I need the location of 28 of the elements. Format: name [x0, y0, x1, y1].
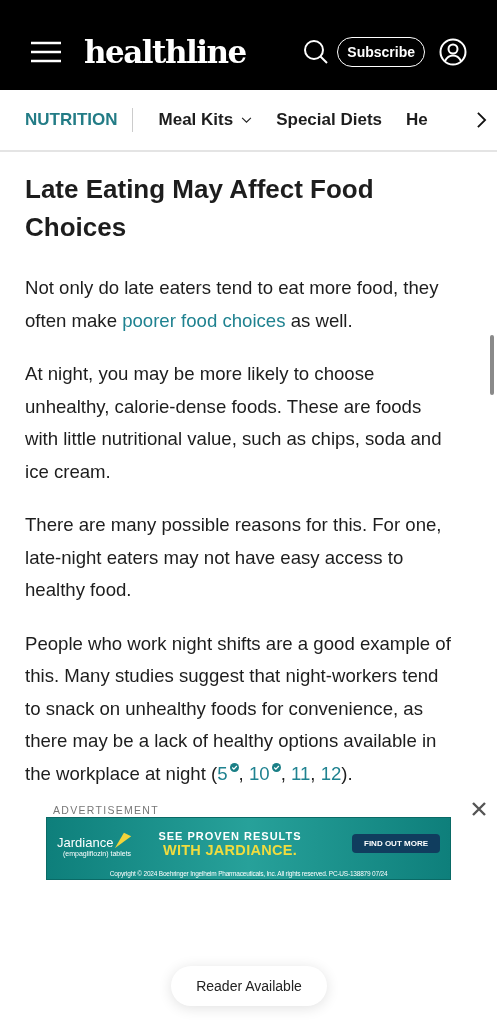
- nav-link[interactable]: Special Diets: [276, 110, 382, 130]
- close-icon[interactable]: [471, 801, 487, 817]
- account-icon[interactable]: [439, 38, 467, 66]
- article-heading: Late Eating May Affect Food Choices: [25, 173, 375, 244]
- caret-icon: [241, 116, 253, 124]
- ad-headline: SEE PROVEN RESULTS: [158, 829, 302, 842]
- chevron-right-icon[interactable]: [476, 111, 487, 129]
- citation-link[interactable]: 12: [320, 762, 342, 784]
- section-link[interactable]: NUTRITION: [25, 110, 118, 130]
- citation-link[interactable]: 11: [290, 762, 311, 784]
- paragraph: People who work night shifts are a good example of this. Many studies suggest that night-workers tend to snack on unhealthy foods for convenience, as there may be a lack of healthy options available in the workplace at night (5 , 10 , 11, 12).: [25, 631, 452, 786]
- paragraph: At night, you may be more likely to choose unhealthy, calorie-dense foods. These are foods with little nutritional value, such as chips, soda and ice cream.: [25, 362, 443, 484]
- nav-link[interactable]: He: [406, 110, 428, 130]
- text-link[interactable]: poorer food choices: [122, 309, 286, 331]
- citation-link[interactable]: 5: [217, 762, 239, 784]
- find-out-more-button[interactable]: FIND OUT MORE: [352, 834, 440, 853]
- site-logo[interactable]: healthline: [84, 34, 246, 70]
- ad-headline: WITH JARDIANCE.: [162, 841, 298, 858]
- menu-icon[interactable]: [30, 41, 62, 63]
- brand-name: Jardiance: [57, 835, 114, 850]
- search-icon[interactable]: [303, 39, 330, 65]
- pennant-icon: [113, 830, 134, 850]
- paragraph: There are many possible reasons for this. For one, late-night eaters may not have easy access to healthy food.: [25, 513, 443, 602]
- citation-link[interactable]: 10: [248, 762, 281, 784]
- nav-link[interactable]: Meal Kits: [158, 110, 253, 130]
- reader-button[interactable]: Reader Available: [171, 966, 327, 1006]
- ad-label: ADVERTISEMENT: [53, 803, 160, 817]
- paragraph: Not only do late eaters tend to eat more food, they often make poorer food choices as well.: [25, 276, 440, 333]
